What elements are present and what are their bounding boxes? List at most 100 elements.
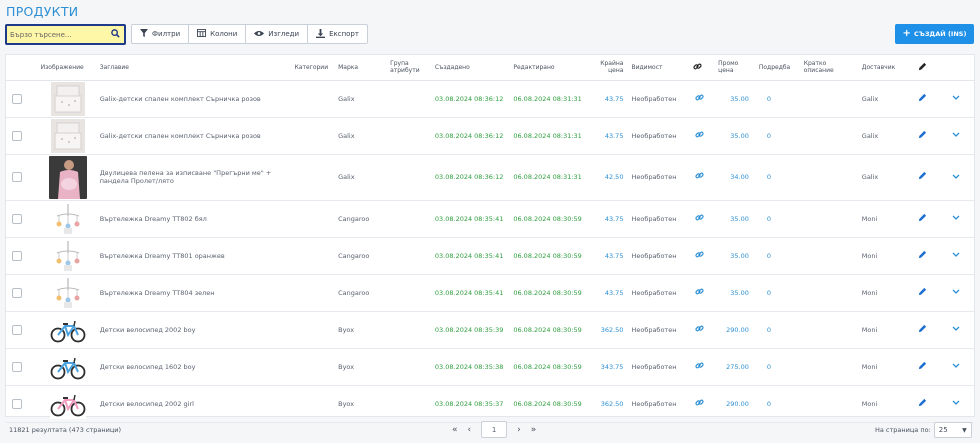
product-thumbnail[interactable]: [49, 275, 87, 310]
product-thumbnail[interactable]: [48, 155, 87, 199]
link-icon[interactable]: [694, 131, 704, 142]
link-icon[interactable]: [694, 214, 704, 225]
table-row[interactable]: Двулицева пелена за изписване "Прегърни …: [6, 154, 974, 201]
link-icon[interactable]: [694, 172, 704, 183]
product-title[interactable]: Детски велосипед 1602 boy: [100, 363, 196, 371]
chevron-down-icon[interactable]: [952, 288, 960, 297]
title-cell[interactable]: Детски велосипед 2002 girl: [97, 385, 288, 423]
link-icon[interactable]: [694, 94, 704, 105]
chevron-down-icon[interactable]: [952, 251, 960, 260]
product-thumbnail[interactable]: [49, 387, 87, 421]
table-row[interactable]: Въртележка Dreamy TT804 зелен Cangaroo 03.…: [6, 274, 974, 312]
table-row[interactable]: Детски велосипед 2002 girl Byox 03.08.2024…: [6, 385, 974, 423]
row-checkbox[interactable]: [12, 398, 22, 409]
table-row[interactable]: Galix-детски спален комплект Сърничка ро…: [6, 80, 974, 118]
chevron-down-icon[interactable]: [952, 94, 960, 103]
chevron-down-icon[interactable]: [952, 214, 960, 223]
col-header-order[interactable]: Подредба: [756, 55, 802, 81]
product-thumbnail[interactable]: [49, 201, 87, 236]
row-checkbox[interactable]: [12, 324, 22, 335]
link-icon[interactable]: [694, 251, 704, 262]
link-icon[interactable]: [694, 399, 704, 410]
row-checkbox[interactable]: [12, 287, 22, 298]
row-checkbox[interactable]: [12, 361, 22, 372]
chevron-down-icon[interactable]: [952, 399, 960, 408]
chevron-down-icon[interactable]: [952, 173, 960, 182]
create-button[interactable]: + СЪЗДАЙ (INS): [895, 24, 974, 44]
table-row[interactable]: Въртележка Dreamy TT802 бял Cangaroo 03.08…: [6, 200, 974, 238]
pencil-icon[interactable]: [918, 324, 927, 336]
product-thumbnail[interactable]: [49, 81, 87, 116]
title-cell[interactable]: Детски велосипед 2002 boy: [97, 311, 288, 349]
pencil-icon[interactable]: [918, 361, 927, 373]
product-title[interactable]: Въртележка Dreamy TT804 зелен: [100, 289, 215, 297]
filters-button[interactable]: Филтри: [132, 25, 190, 43]
col-header-short-description[interactable]: Кратко описание: [801, 55, 860, 81]
next-page-icon[interactable]: ›: [517, 425, 521, 435]
first-page-icon[interactable]: «: [452, 425, 458, 435]
views-button[interactable]: Изгледи: [246, 25, 309, 43]
row-checkbox[interactable]: [12, 130, 22, 141]
search-icon[interactable]: [111, 28, 120, 41]
link-icon[interactable]: [694, 288, 704, 299]
last-page-icon[interactable]: »: [531, 425, 537, 435]
search-box[interactable]: [5, 24, 126, 45]
col-header-promo-price[interactable]: Промо цена: [716, 55, 757, 81]
product-title[interactable]: Двулицева пелена за изписване "Прегърни …: [100, 169, 272, 185]
pencil-icon[interactable]: [918, 93, 927, 105]
product-thumbnail[interactable]: [49, 313, 87, 347]
row-checkbox[interactable]: [12, 250, 22, 261]
col-header-categories[interactable]: Категории: [287, 55, 337, 81]
product-title[interactable]: Galix-детски спален комплект Сърничка ро…: [100, 132, 261, 140]
title-cell[interactable]: Въртележка Dreamy TT804 зелен: [97, 274, 288, 312]
col-header-visibility[interactable]: Видимост: [625, 55, 687, 81]
row-checkbox[interactable]: [12, 93, 22, 104]
col-header-final-price[interactable]: Крайна цена: [593, 55, 626, 81]
product-thumbnail[interactable]: [49, 238, 87, 273]
chevron-down-icon[interactable]: [952, 325, 960, 334]
prev-page-icon[interactable]: ‹: [468, 425, 472, 435]
pencil-icon[interactable]: [918, 287, 927, 299]
title-cell[interactable]: Двулицева пелена за изписване "Прегърни …: [97, 154, 288, 201]
title-cell[interactable]: Galix-детски спален комплект Сърничка ро…: [97, 117, 288, 155]
pencil-icon[interactable]: [918, 250, 927, 262]
product-thumbnail[interactable]: [49, 118, 87, 153]
col-header-supplier[interactable]: Доставчик: [859, 55, 916, 81]
product-title[interactable]: Детски велосипед 2002 girl: [100, 400, 194, 408]
col-header-links[interactable]: [686, 55, 717, 81]
link-icon[interactable]: [694, 362, 704, 373]
col-header-brand[interactable]: Марка: [336, 55, 389, 81]
product-title[interactable]: Въртележка Dreamy TT801 оранжев: [100, 252, 225, 260]
per-page-select[interactable]: 25 ▼: [933, 422, 972, 438]
product-thumbnail[interactable]: [49, 350, 87, 384]
col-header-attribute-group[interactable]: Група атрибути: [388, 55, 433, 81]
col-header-edit[interactable]: [915, 55, 943, 81]
col-header-image[interactable]: Изображение: [38, 55, 98, 81]
export-button[interactable]: Експорт: [308, 25, 367, 43]
pencil-icon[interactable]: [918, 398, 927, 410]
product-title[interactable]: Детски велосипед 2002 boy: [100, 326, 196, 334]
columns-button[interactable]: Колони: [189, 25, 247, 43]
page-input[interactable]: 1: [481, 421, 508, 438]
title-cell[interactable]: Въртележка Dreamy TT801 оранжев: [97, 237, 288, 275]
title-cell[interactable]: Въртележка Dreamy TT802 бял: [97, 200, 288, 238]
link-icon[interactable]: [694, 325, 704, 336]
pencil-icon[interactable]: [918, 213, 927, 225]
title-cell[interactable]: Galix-детски спален комплект Сърничка ро…: [97, 80, 288, 118]
title-cell[interactable]: Детски велосипед 1602 boy: [97, 348, 288, 386]
product-title[interactable]: Въртележка Dreamy TT802 бял: [100, 215, 207, 223]
pencil-icon[interactable]: [918, 130, 927, 142]
row-checkbox[interactable]: [12, 172, 22, 182]
col-header-title[interactable]: Заглавие: [97, 55, 288, 81]
table-row[interactable]: Детски велосипед 2002 boy Byox 03.08.2024 …: [6, 311, 974, 349]
col-header-edited[interactable]: Редактирано: [511, 55, 594, 81]
chevron-down-icon[interactable]: [952, 362, 960, 371]
row-checkbox[interactable]: [12, 213, 22, 224]
product-title[interactable]: Galix-детски спален комплект Сърничка ро…: [100, 95, 261, 103]
search-input[interactable]: [10, 30, 111, 39]
col-header-created[interactable]: Създадено: [432, 55, 512, 81]
chevron-down-icon[interactable]: [952, 131, 960, 140]
table-row[interactable]: Детски велосипед 1602 boy Byox 03.08.2024 …: [6, 348, 974, 386]
table-row[interactable]: Galix-детски спален комплект Сърничка ро…: [6, 117, 974, 155]
table-row[interactable]: Въртележка Dreamy TT801 оранжев Cangaroo 0…: [6, 237, 974, 275]
